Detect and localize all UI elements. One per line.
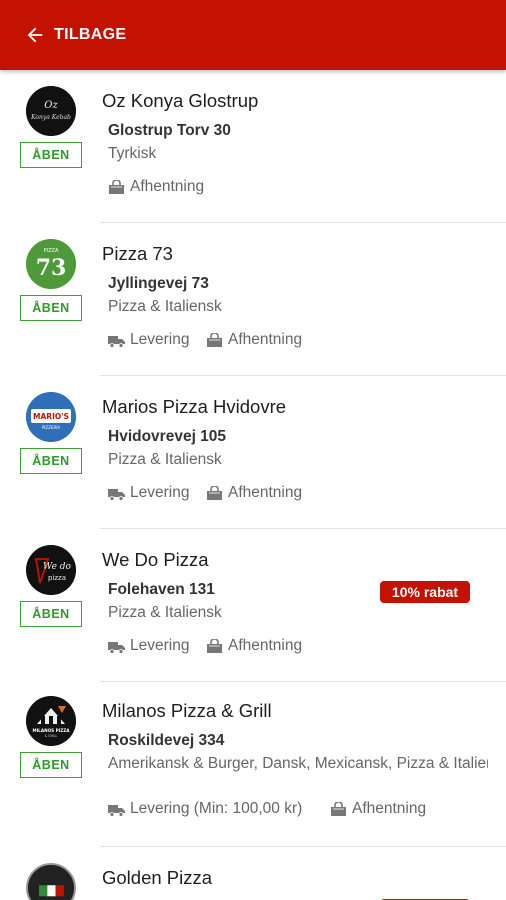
service-pickup: Afhentning [330,800,426,818]
bag-icon [331,801,346,816]
service-label: Levering [130,484,190,501]
truck-icon [108,641,125,654]
service-label: Afhentning [228,484,303,501]
svg-text:73: 73 [36,255,67,281]
restaurant-address: Roskildevej 334 [108,732,225,749]
service-delivery: Levering [108,484,189,502]
restaurant-cuisine: Tyrkisk [108,145,157,162]
restaurant-name: Golden Pizza [102,867,213,888]
restaurant-card[interactable]: Golden Pizza [0,847,506,900]
status-badge: ÅBEN [20,601,82,627]
service-pickup: Afhentning [206,637,302,655]
restaurant-card[interactable]: MARIO'S PIZZERIA ÅBEN Marios Pizza Hvido… [0,376,506,529]
bag-icon [207,485,222,500]
service-label: Afhentning [228,331,303,348]
restaurant-cuisine: Pizza & Italiensk [108,451,222,468]
discount-badge: 10% rabat [380,581,470,603]
svg-text:PIZZA: PIZZA [44,248,59,254]
restaurant-logo: We do pizza [26,545,76,595]
service-label: Afhentning [130,178,205,195]
restaurant-logo [26,863,76,900]
service-delivery: Levering (Min: 100,00 kr) [108,800,302,818]
status-badge: ÅBEN [20,448,82,474]
svg-text:PIZZERIA: PIZZERIA [42,425,61,430]
restaurant-address: Folehaven 131 [108,581,215,598]
restaurant-name: Milanos Pizza & Grill [102,700,272,721]
service-label: Afhentning [352,800,427,817]
svg-text:Konya Kebab: Konya Kebab [30,114,71,121]
svg-text:& GRILL: & GRILL [45,734,58,738]
restaurant-logo: MILANOS PIZZA & GRILL [26,696,76,746]
svg-text:We do: We do [43,562,71,572]
restaurant-address: Jyllingevej 73 [108,275,209,292]
restaurant-name: We Do Pizza [102,549,209,570]
truck-icon [108,804,125,817]
truck-icon [108,488,125,501]
service-label: Levering [130,331,190,348]
truck-icon [108,335,125,348]
restaurant-name: Marios Pizza Hvidovre [102,396,287,417]
status-badge: ÅBEN [20,295,82,321]
back-button[interactable]: TILBAGE [0,0,142,70]
bag-icon [207,638,222,653]
service-pickup: Afhentning [206,484,302,502]
restaurant-address: Hvidovrevej 105 [108,428,227,445]
restaurant-card[interactable]: PIZZA 73 ÅBEN Pizza 73 Jyllingevej 73 Pi… [0,223,506,376]
service-label: Levering (Min: 100,00 kr) [130,800,303,817]
back-label: TILBAGE [54,26,127,43]
restaurant-name: Oz Konya Glostrup [102,90,259,111]
svg-text:Oz: Oz [44,100,58,111]
restaurant-name: Pizza 73 [102,243,173,264]
restaurant-cuisine: Pizza & Italiensk [108,604,222,621]
restaurant-cuisine: Pizza & Italiensk [108,298,222,315]
service-delivery: Levering [108,637,189,655]
svg-text:MILANOS PIZZA: MILANOS PIZZA [32,728,70,733]
service-pickup: Afhentning [206,331,302,349]
service-delivery: Levering [108,331,189,349]
bag-icon [207,332,222,347]
service-label: Levering [130,637,190,654]
app-bar: TILBAGE [0,0,506,70]
restaurant-cuisine: Amerikansk & Burger, Dansk, Mexicansk, P… [108,755,488,772]
service-label: Afhentning [228,637,303,654]
restaurant-card[interactable]: MILANOS PIZZA & GRILL ÅBEN Milanos Pizza… [0,682,506,847]
restaurant-card[interactable]: We do pizza ÅBEN We Do Pizza Folehaven 1… [0,529,506,682]
arrow-left-icon [27,27,43,43]
svg-text:MARIO'S: MARIO'S [33,412,69,421]
restaurant-logo: Oz Konya Kebab [26,86,76,136]
restaurant-list: Oz Konya Kebab ÅBEN Oz Konya Glostrup Gl… [0,70,506,900]
status-badge: ÅBEN [20,142,82,168]
bag-icon [109,179,124,194]
restaurant-card[interactable]: Oz Konya Kebab ÅBEN Oz Konya Glostrup Gl… [0,70,506,223]
restaurant-address: Glostrup Torv 30 [108,122,231,139]
service-pickup: Afhentning [108,178,204,196]
restaurant-logo: PIZZA 73 [26,239,76,289]
restaurant-logo: MARIO'S PIZZERIA [26,392,76,442]
svg-text:pizza: pizza [48,574,66,582]
status-badge: ÅBEN [20,752,82,778]
